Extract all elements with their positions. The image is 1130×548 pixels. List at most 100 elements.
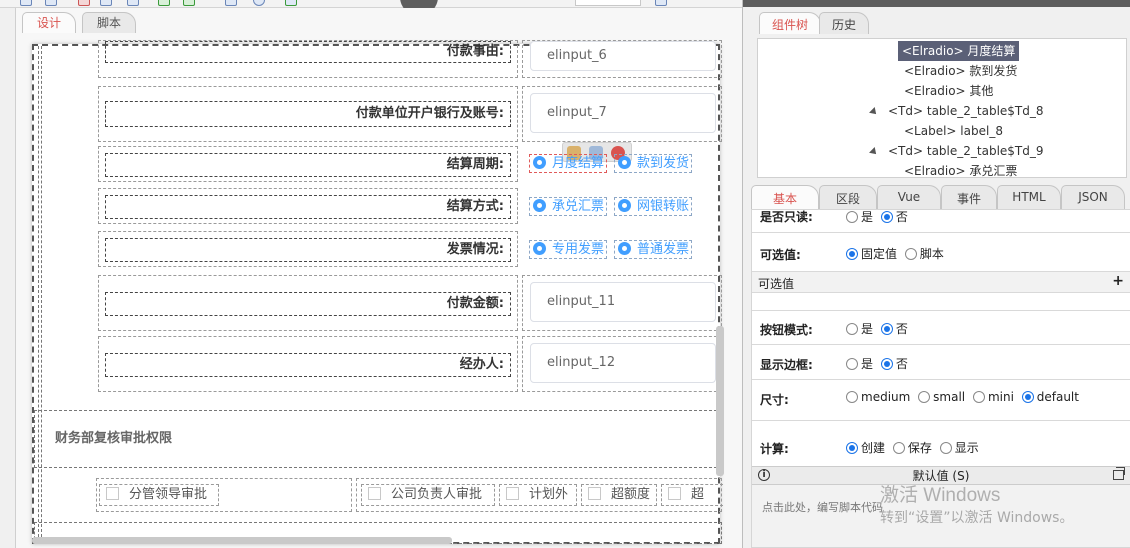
radio-icon — [904, 248, 917, 260]
tab-basic[interactable]: 基本 — [751, 185, 819, 209]
tree-node[interactable]: <Label> label_8 — [904, 121, 1003, 141]
option-create[interactable]: 创建 — [846, 439, 885, 456]
radio-dot-icon — [618, 199, 632, 212]
option-mini[interactable]: mini — [972, 390, 1014, 404]
tab-html[interactable]: HTML — [997, 185, 1061, 209]
input-cell[interactable]: elinput_6 — [522, 40, 722, 78]
label-cell[interactable]: 发票情况: — [98, 231, 518, 267]
text-input[interactable]: elinput_12 — [530, 343, 716, 383]
divider — [752, 420, 1130, 421]
activation-watermark-title: 激活 Windows — [880, 485, 1001, 506]
window-icon[interactable] — [225, 0, 237, 6]
input-cell[interactable]: elinput_12 — [522, 336, 722, 392]
tree-node[interactable]: <Td> table_2_table$Td_9 — [869, 141, 1044, 161]
radio-dot-icon — [533, 242, 546, 255]
checkbox-company-head[interactable]: 公司负责人审批 — [361, 484, 495, 506]
text-input[interactable]: elinput_6 — [530, 41, 716, 71]
checkbox-icon — [106, 487, 119, 500]
script-editor-placeholder[interactable]: 点击此处，编写脚本代码 — [762, 499, 883, 515]
option-no[interactable]: 否 — [880, 210, 908, 225]
label-cell[interactable]: 付款单位开户银行及账号: — [98, 86, 518, 142]
open-icon[interactable] — [45, 0, 57, 6]
refresh-icon[interactable] — [253, 0, 265, 6]
import-icon[interactable] — [158, 0, 170, 6]
checkbox-icon — [506, 487, 519, 500]
options-group-header[interactable]: 可选值 + — [752, 271, 1130, 293]
edit-icon[interactable] — [127, 0, 139, 6]
radio-special-invoice[interactable]: 专用发票 — [529, 240, 608, 259]
option-save[interactable]: 保存 — [892, 439, 932, 456]
label-cell[interactable]: 经办人: — [98, 336, 518, 392]
toolbar-input[interactable] — [575, 0, 641, 6]
input-cell[interactable]: elinput_7 — [522, 86, 722, 142]
tab-events[interactable]: 事件 — [941, 185, 997, 209]
delete-icon[interactable] — [78, 0, 90, 6]
checkbox-unplanned[interactable]: 计划外 — [499, 484, 577, 506]
input-cell[interactable]: elinput_11 — [522, 275, 722, 331]
label-cell[interactable]: 付款事由: — [98, 40, 518, 78]
radio-monthly[interactable]: 月度结算 — [529, 154, 608, 173]
tree-node[interactable]: <Td> table_2_table$Td_8 — [869, 101, 1044, 121]
expand-arrow-icon[interactable] — [869, 107, 879, 117]
section-header-cell[interactable]: 财务部复核审批权限 — [34, 410, 722, 468]
radio-checked-icon — [846, 442, 858, 454]
option-no[interactable]: 否 — [880, 320, 908, 337]
expand-arrow-icon[interactable] — [869, 147, 879, 157]
option-medium[interactable]: medium — [846, 390, 910, 404]
label-cell[interactable]: 结算方式: — [98, 188, 518, 224]
tab-section[interactable]: 区段 — [819, 185, 877, 209]
label-cell[interactable]: 付款金额: — [98, 275, 518, 331]
option-script[interactable]: 脚本 — [904, 245, 944, 262]
save-icon[interactable] — [20, 0, 32, 6]
option-small[interactable]: small — [918, 390, 965, 404]
copy-icon[interactable] — [100, 0, 112, 6]
checkbox-over-limit[interactable]: 超额度 — [581, 484, 657, 506]
tab-design[interactable]: 设计 — [22, 12, 77, 33]
field-label: 经办人: — [105, 353, 511, 377]
checkbox-cell[interactable]: 公司负责人审批 计划外 超额度 超 — [356, 478, 723, 512]
option-yes[interactable]: 是 — [846, 210, 873, 225]
tab-component-tree[interactable]: 组件树 — [759, 12, 822, 34]
text-input[interactable]: elinput_7 — [530, 93, 716, 133]
field-label: 结算方式: — [105, 195, 511, 219]
checkbox-over-more[interactable]: 超 — [661, 484, 723, 506]
radio-checked-icon — [880, 323, 893, 335]
prop-label: 是否只读: — [760, 210, 813, 224]
radio-pay-before-ship[interactable]: 款到发货 — [614, 154, 693, 173]
maximize-icon[interactable] — [1113, 467, 1125, 480]
tab-script[interactable]: 脚本 — [82, 12, 137, 33]
option-yes[interactable]: 是 — [846, 355, 873, 372]
checkbox-cell[interactable]: 分管领导审批 — [96, 478, 352, 512]
checkbox-branch-leader[interactable]: 分管领导审批 — [99, 484, 219, 506]
option-fixed[interactable]: 固定值 — [846, 245, 897, 262]
tab-json[interactable]: JSON — [1061, 185, 1125, 209]
tab-vue[interactable]: Vue — [877, 185, 941, 209]
tree-node[interactable]: <Elradio> 其他 — [904, 81, 993, 101]
option-display[interactable]: 显示 — [939, 439, 979, 456]
radio-dot-icon — [618, 156, 632, 169]
toolbar-extra-icon[interactable] — [655, 0, 667, 6]
label-cell[interactable]: 结算周期: — [98, 146, 518, 182]
info-icon[interactable]: i — [758, 469, 770, 481]
tree-node[interactable]: <Elradio> 承兑汇票 — [904, 161, 1017, 177]
radio-normal-invoice[interactable]: 普通发票 — [614, 240, 693, 259]
form-canvas[interactable]: 付款事由: elinput_6 付款单位开户银行及账号: elinput_7 结… — [32, 40, 723, 544]
radio-group-settlement-method: 承兑汇票 网银转账 — [529, 197, 699, 217]
export-icon[interactable] — [183, 0, 195, 6]
prop-label: 尺寸: — [760, 393, 789, 407]
vertical-scrollbar[interactable] — [716, 326, 724, 476]
tree-node[interactable]: <Elradio> 月度结算 — [898, 41, 1020, 61]
horizontal-scrollbar[interactable] — [32, 537, 452, 544]
add-icon[interactable]: + — [1112, 273, 1124, 289]
tab-history[interactable]: 历史 — [819, 12, 870, 34]
prop-options: 是 否 — [846, 210, 912, 225]
run-icon[interactable] — [285, 0, 297, 6]
tree-node[interactable]: <Elradio> 款到发货 — [904, 61, 1017, 81]
radio-acceptance-bill[interactable]: 承兑汇票 — [529, 197, 608, 216]
radio-group-settlement-cycle: 月度结算 款到发货 — [529, 154, 699, 174]
option-no[interactable]: 否 — [880, 355, 908, 372]
option-default[interactable]: default — [1021, 390, 1079, 404]
option-yes[interactable]: 是 — [846, 320, 873, 337]
radio-online-transfer[interactable]: 网银转账 — [614, 197, 693, 216]
text-input[interactable]: elinput_11 — [530, 282, 716, 322]
